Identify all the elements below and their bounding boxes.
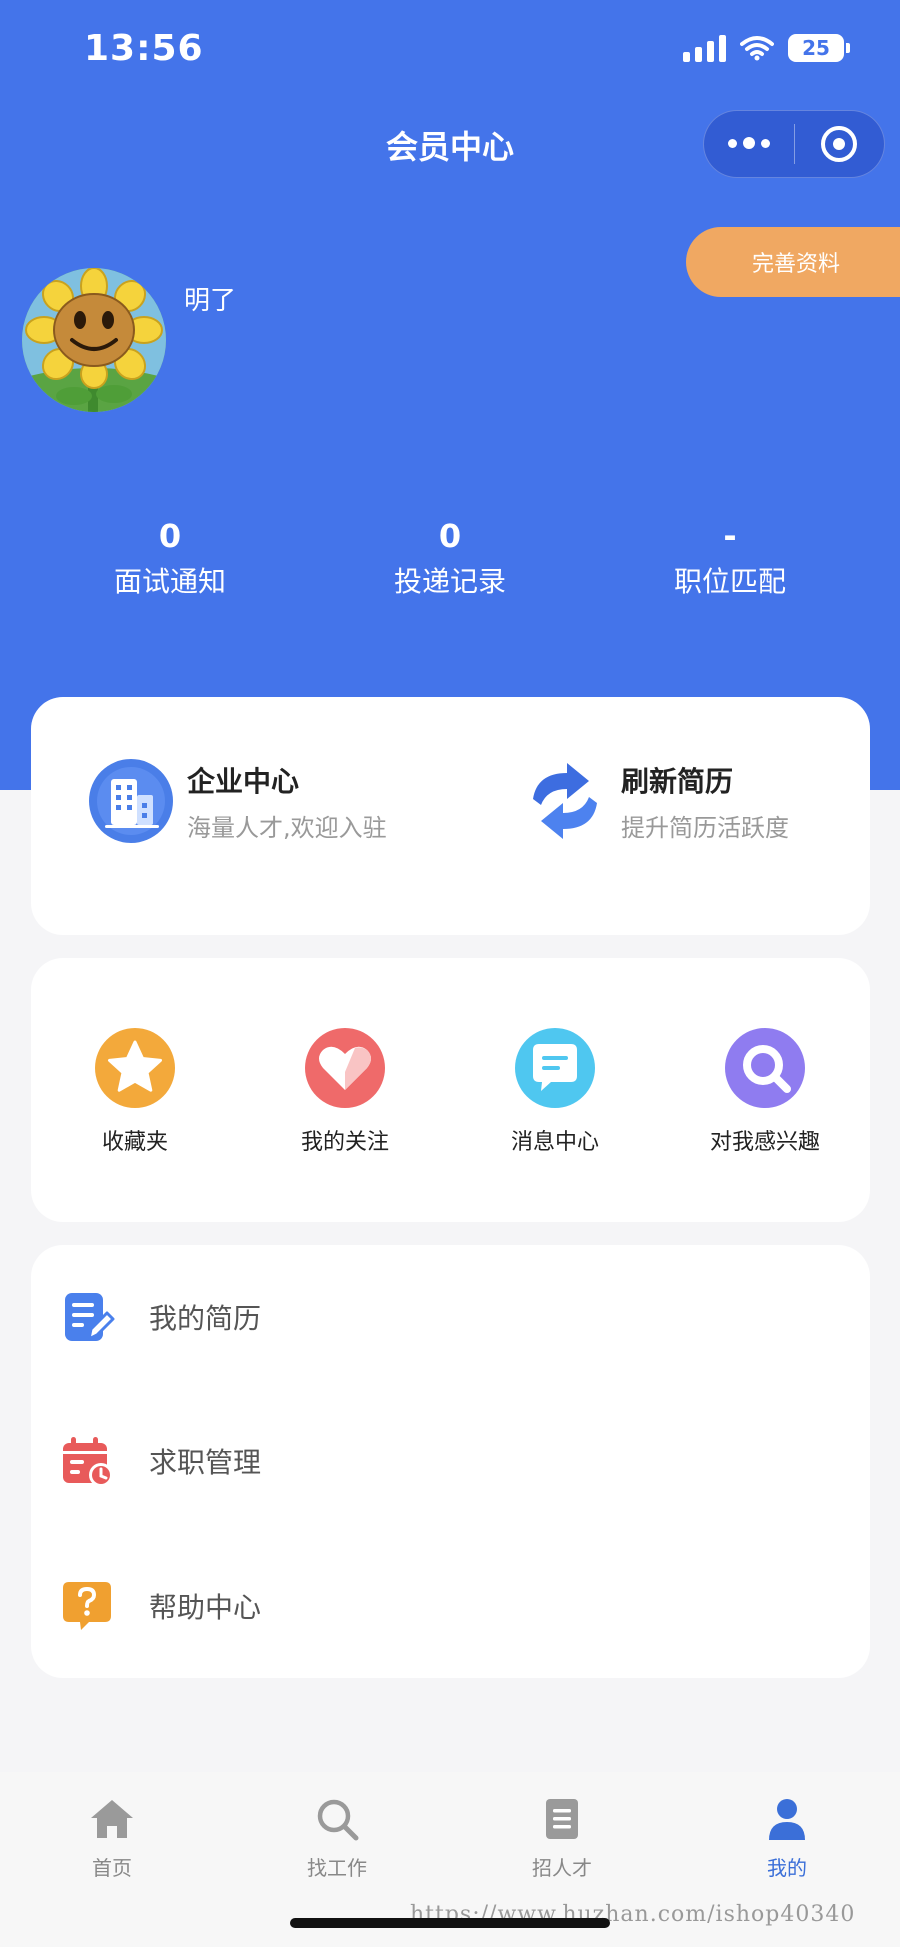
home-indicator <box>290 1918 610 1928</box>
stat-value: 0 <box>158 517 182 555</box>
stat-label: 面试通知 <box>113 565 226 598</box>
home-icon <box>91 1800 133 1838</box>
close-button[interactable] <box>795 111 885 177</box>
tab-mine[interactable]: 我的 <box>687 1796 887 1881</box>
calendar-icon <box>63 1437 113 1487</box>
battery-icon: 25 <box>788 34 850 62</box>
tab-label: 首页 <box>92 1856 132 1880</box>
tab-label: 我的 <box>767 1856 807 1880</box>
feature-card: 企业中心 海量人才,欢迎入驻 刷新简历 提升简历活跃度 <box>31 697 870 935</box>
wifi-icon <box>740 36 774 61</box>
menu-label: 我的简历 <box>149 1302 262 1335</box>
status-icons: 25 <box>683 34 850 62</box>
tab-home[interactable]: 首页 <box>12 1796 212 1881</box>
menu-label: 帮助中心 <box>149 1591 262 1624</box>
quick-action-label: 对我感兴趣 <box>709 1130 820 1155</box>
stat-label: 职位匹配 <box>673 565 786 598</box>
menu-item-job-management[interactable]: 求职管理 <box>31 1389 870 1533</box>
username: 明了 <box>184 286 237 316</box>
stat-job-match[interactable]: - 职位匹配 <box>590 516 870 600</box>
feature-title: 刷新简历 <box>621 764 734 798</box>
avatar[interactable] <box>22 268 166 412</box>
menu-list-card: 我的简历 求职管理 帮助中心 <box>31 1245 870 1678</box>
my-follows-button[interactable]: 我的关注 <box>245 1028 445 1156</box>
tab-label: 找工作 <box>307 1856 367 1880</box>
feature-subtitle: 提升简历活跃度 <box>621 813 789 842</box>
sunflower-avatar-image <box>22 268 166 412</box>
resume-icon <box>65 1293 115 1341</box>
menu-item-my-resume[interactable]: 我的简历 <box>31 1245 870 1389</box>
search-icon <box>317 1799 359 1841</box>
interested-in-me-button[interactable]: 对我感兴趣 <box>665 1028 865 1156</box>
tab-find-job[interactable]: 找工作 <box>237 1796 437 1881</box>
feature-subtitle: 海量人才,欢迎入驻 <box>187 813 387 842</box>
quick-actions-card: 收藏夹 我的关注 消息中心 对我感兴趣 <box>31 958 870 1222</box>
stat-label: 投递记录 <box>393 565 506 598</box>
help-icon <box>63 1582 111 1630</box>
document-icon <box>546 1799 578 1839</box>
stat-interview-notice[interactable]: 0 面试通知 <box>30 516 310 600</box>
favorites-button[interactable]: 收藏夹 <box>35 1028 235 1156</box>
quick-action-label: 收藏夹 <box>101 1130 168 1155</box>
quick-action-label: 消息中心 <box>510 1130 599 1155</box>
tab-recruit[interactable]: 招人才 <box>462 1796 662 1881</box>
user-icon <box>769 1799 805 1840</box>
stat-value: - <box>723 517 737 555</box>
menu-item-help-center[interactable]: 帮助中心 <box>31 1534 870 1678</box>
star-icon <box>95 1028 175 1108</box>
menu-label: 求职管理 <box>149 1446 262 1479</box>
more-button[interactable] <box>704 111 794 177</box>
refresh-icon <box>533 763 597 839</box>
refresh-resume-button[interactable]: 刷新简历 提升简历活跃度 <box>523 759 789 843</box>
building-icon <box>89 759 173 843</box>
search-icon <box>725 1028 805 1108</box>
enterprise-center-button[interactable]: 企业中心 海量人才,欢迎入驻 <box>89 759 387 843</box>
more-dots-icon <box>727 137 770 150</box>
status-time: 13:56 <box>84 28 204 69</box>
message-center-button[interactable]: 消息中心 <box>455 1028 655 1156</box>
feature-text: 企业中心 海量人才,欢迎入驻 <box>187 760 387 843</box>
stat-value: 0 <box>438 517 462 555</box>
tab-label: 招人才 <box>532 1856 592 1880</box>
target-icon <box>821 126 858 162</box>
stat-application-records[interactable]: 0 投递记录 <box>310 516 590 600</box>
feature-text: 刷新简历 提升简历活跃度 <box>621 760 789 843</box>
quick-action-label: 我的关注 <box>300 1130 389 1155</box>
mini-program-capsule <box>703 110 885 178</box>
message-icon <box>515 1028 595 1108</box>
signal-icon <box>683 34 726 62</box>
feature-title: 企业中心 <box>187 764 300 798</box>
complete-profile-button[interactable]: 完善资料 <box>686 227 900 297</box>
heart-icon <box>305 1028 385 1108</box>
